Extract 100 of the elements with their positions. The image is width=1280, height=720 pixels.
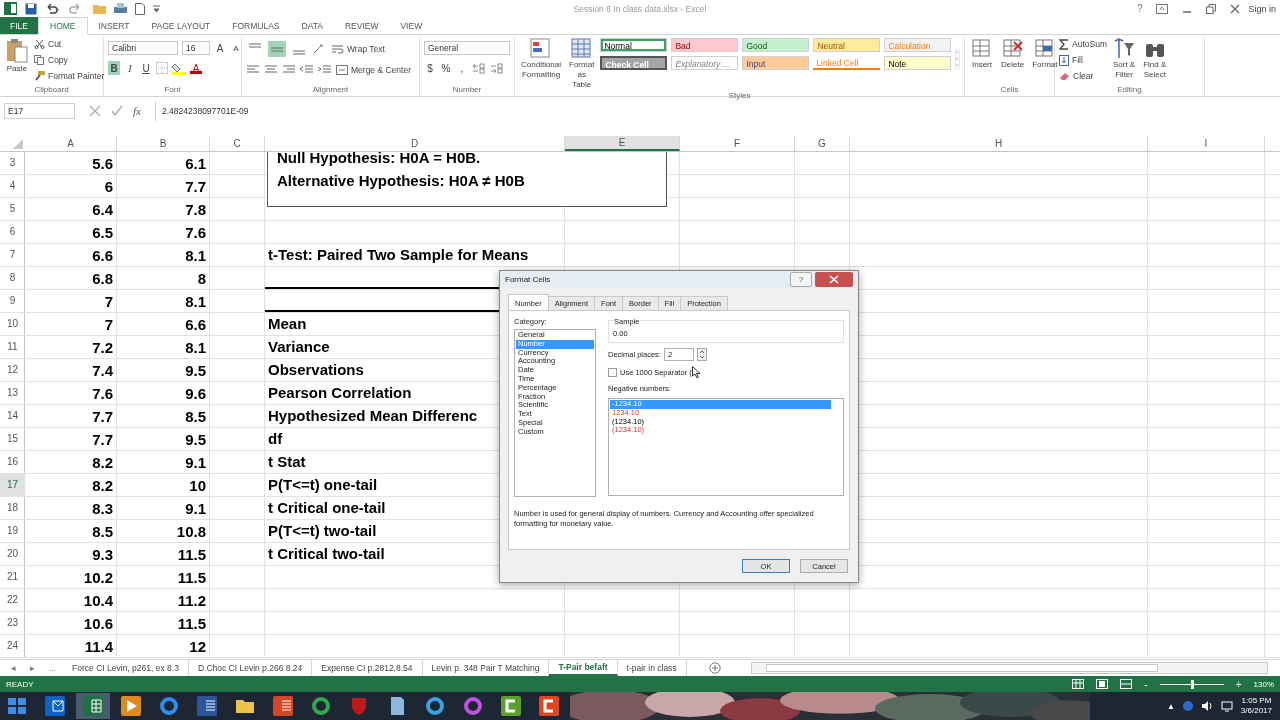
horizontal-scrollbar[interactable] bbox=[750, 662, 1268, 674]
wrap-text-button[interactable]: Wrap Text bbox=[332, 42, 385, 56]
sort-filter-button[interactable]: Sort & Filter bbox=[1110, 37, 1138, 81]
row-header[interactable]: 23 bbox=[0, 612, 25, 634]
row-header[interactable]: 5 bbox=[0, 198, 25, 220]
clock-time[interactable]: 1:05 PM bbox=[1241, 696, 1272, 706]
cell-style-option[interactable]: Input bbox=[742, 56, 810, 70]
fill-color-icon[interactable] bbox=[172, 61, 186, 75]
currency-button[interactable]: $ bbox=[424, 61, 436, 75]
underline-button[interactable]: U bbox=[140, 61, 152, 75]
ribbon-tab[interactable]: FORMULAS bbox=[221, 17, 291, 34]
decrease-decimal-icon[interactable] bbox=[490, 62, 504, 74]
close-icon[interactable] bbox=[815, 272, 853, 287]
zoom-in-button[interactable]: + bbox=[1235, 678, 1242, 690]
clear-button[interactable]: Clear bbox=[1059, 69, 1107, 83]
caret-icon[interactable] bbox=[153, 4, 160, 13]
ribbon-display-icon[interactable] bbox=[1156, 3, 1169, 14]
spreadsheet-icon[interactable] bbox=[76, 693, 110, 719]
percent-button[interactable]: % bbox=[440, 61, 452, 75]
row-header[interactable]: 9 bbox=[0, 290, 25, 312]
insert-function-button[interactable]: fx bbox=[133, 105, 141, 117]
increase-indent-icon[interactable] bbox=[318, 65, 332, 75]
row-header[interactable]: 7 bbox=[0, 244, 25, 266]
save-icon[interactable] bbox=[25, 2, 37, 15]
normal-view-icon[interactable] bbox=[1072, 679, 1085, 689]
more-sheets-button[interactable]: ... bbox=[42, 663, 64, 673]
restore-icon[interactable] bbox=[1206, 3, 1217, 14]
comma-button[interactable]: , bbox=[456, 61, 468, 75]
zoom-out-button[interactable]: - bbox=[1144, 678, 1148, 690]
check-icon[interactable] bbox=[111, 105, 123, 117]
clock-date[interactable]: 3/6/2017 bbox=[1240, 706, 1272, 716]
cell-style-option[interactable]: Normal bbox=[600, 38, 668, 52]
row-header[interactable]: 8 bbox=[0, 267, 25, 289]
row-header[interactable]: 14 bbox=[0, 405, 25, 427]
sign-in-link[interactable]: Sign in bbox=[1248, 3, 1276, 14]
name-box[interactable]: E17 bbox=[4, 103, 75, 119]
printer-icon[interactable] bbox=[114, 2, 127, 15]
sheet-tab[interactable]: T-Pair befaft bbox=[549, 660, 618, 676]
grow-font-button[interactable]: A bbox=[214, 41, 226, 55]
copy-button[interactable]: Copy bbox=[34, 53, 105, 67]
column-header[interactable]: E bbox=[565, 136, 680, 151]
cells-button[interactable]: Delete bbox=[999, 37, 1027, 71]
add-sheet-icon[interactable] bbox=[708, 662, 721, 674]
page-layout-view-icon[interactable] bbox=[1096, 679, 1109, 689]
merge-center-button[interactable]: Merge & Center bbox=[336, 63, 411, 77]
cells-button[interactable]: Insert bbox=[969, 37, 995, 71]
ribbon-tab[interactable]: FILE bbox=[0, 17, 38, 34]
format-as-table-button[interactable]: Format as Table bbox=[567, 37, 597, 91]
formula-field[interactable]: 2.4824238097701E-09 bbox=[154, 101, 1276, 121]
format-painter-button[interactable]: Format Painter bbox=[34, 69, 105, 83]
bold-button[interactable]: B bbox=[108, 61, 120, 75]
show-hidden-icons-button[interactable]: ▲ bbox=[1166, 701, 1175, 711]
conditional-formatting-button[interactable]: Conditional Formatting bbox=[519, 37, 564, 81]
shrink-font-button[interactable]: A bbox=[230, 41, 242, 55]
ribbon-tab[interactable]: VIEW bbox=[389, 17, 434, 34]
spinner-icon[interactable] bbox=[696, 348, 707, 361]
row-header[interactable]: 19 bbox=[0, 520, 25, 542]
row-header[interactable]: 4 bbox=[0, 175, 25, 197]
decrease-indent-icon[interactable] bbox=[300, 65, 314, 75]
ribbon-tab[interactable]: INSERT bbox=[87, 17, 141, 34]
new-page-icon[interactable] bbox=[135, 2, 145, 15]
row-header[interactable]: 17 bbox=[0, 474, 25, 496]
ribbon-tab[interactable]: PAGE LAYOUT bbox=[140, 17, 222, 34]
font-name-field[interactable]: Calibri bbox=[108, 41, 178, 55]
italic-button[interactable]: I bbox=[124, 61, 136, 75]
cell-style-option[interactable]: Neutral bbox=[813, 38, 881, 52]
zoom-level[interactable]: 130% bbox=[1253, 679, 1274, 689]
row-header[interactable]: 15 bbox=[0, 428, 25, 450]
cell-style-option[interactable]: Bad bbox=[671, 38, 739, 52]
row-header[interactable]: 12 bbox=[0, 359, 25, 381]
row-header[interactable]: 16 bbox=[0, 451, 25, 473]
cell-style-option[interactable]: Good bbox=[742, 38, 810, 52]
number-format-field[interactable]: General bbox=[424, 41, 510, 55]
row-header[interactable]: 13 bbox=[0, 382, 25, 404]
ribbon-tab[interactable]: REVIEW bbox=[333, 17, 390, 34]
cell-style-option[interactable]: Note bbox=[884, 56, 952, 70]
row-header[interactable]: 24 bbox=[0, 635, 25, 657]
ribbon-tab[interactable]: DATA bbox=[290, 17, 334, 34]
separator-checkbox[interactable] bbox=[608, 368, 617, 377]
row-header[interactable]: 3 bbox=[0, 152, 25, 174]
help-button[interactable]: ? bbox=[790, 272, 812, 287]
row-header[interactable]: 10 bbox=[0, 313, 25, 335]
row-header[interactable]: 20 bbox=[0, 543, 25, 565]
network-icon[interactable] bbox=[1220, 700, 1233, 712]
next-sheet-button[interactable]: ▸ bbox=[23, 663, 42, 673]
row-header[interactable]: 11 bbox=[0, 336, 25, 358]
speaker-icon[interactable] bbox=[1200, 700, 1213, 712]
cut-button[interactable]: Cut bbox=[34, 37, 105, 51]
row-header[interactable]: 22 bbox=[0, 589, 25, 611]
close-icon[interactable] bbox=[1230, 3, 1241, 14]
fill-button[interactable]: Fill bbox=[1059, 53, 1107, 67]
help-button[interactable]: ? bbox=[1136, 3, 1143, 14]
paste-button[interactable]: Paste bbox=[4, 37, 30, 75]
font-size-field[interactable]: 16 bbox=[182, 41, 210, 55]
cells-button[interactable]: Format bbox=[1030, 37, 1060, 71]
cancel-icon[interactable] bbox=[89, 105, 101, 117]
find-select-button[interactable]: Find & Select bbox=[1141, 37, 1169, 81]
ribbon-tab[interactable]: HOME bbox=[38, 17, 88, 35]
undo-icon[interactable] bbox=[45, 2, 61, 15]
cell-style-option[interactable]: Explanatory ... bbox=[671, 56, 739, 70]
